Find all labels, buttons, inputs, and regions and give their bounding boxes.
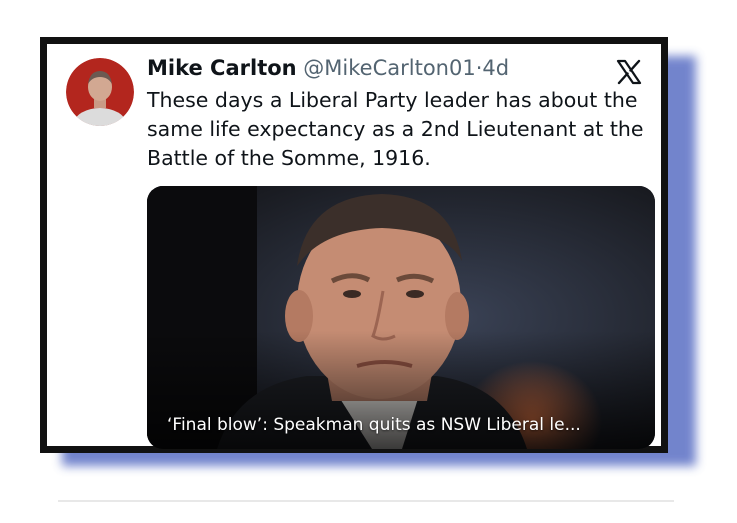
x-logo-icon[interactable] bbox=[615, 58, 643, 86]
avatar-photo-icon bbox=[66, 58, 134, 126]
media-caption[interactable]: ‘Final blow’: Speakman quits as NSW Libe… bbox=[167, 415, 581, 435]
tweet-media-card[interactable]: ‘Final blow’: Speakman quits as NSW Libe… bbox=[147, 186, 655, 449]
tweet-text: These days a Liberal Party leader has ab… bbox=[147, 88, 644, 170]
display-name[interactable]: Mike Carlton bbox=[147, 56, 297, 80]
user-handle[interactable]: @MikeCarlton01 bbox=[303, 56, 475, 80]
tweet-header: Mike Carlton @MikeCarlton01·4d bbox=[147, 54, 601, 82]
news-photo bbox=[147, 186, 655, 449]
divider bbox=[58, 500, 674, 502]
avatar[interactable] bbox=[66, 58, 134, 126]
tweet-card[interactable]: Mike Carlton @MikeCarlton01·4d These day… bbox=[40, 37, 668, 453]
timestamp[interactable]: 4d bbox=[482, 56, 509, 80]
